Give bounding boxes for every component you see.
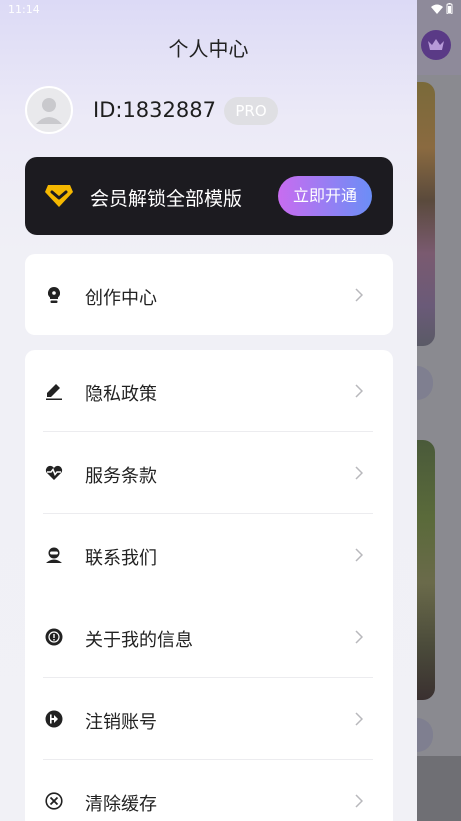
chevron-right-icon bbox=[355, 466, 363, 480]
pen-icon bbox=[45, 382, 63, 400]
background-bottom-bar bbox=[417, 756, 461, 821]
chevron-right-icon bbox=[355, 548, 363, 562]
vip-banner-text: 会员解锁全部模版 bbox=[90, 188, 243, 210]
menu-item-label: 服务条款 bbox=[85, 466, 157, 487]
activate-vip-button[interactable]: 立即开通 bbox=[278, 176, 372, 216]
background-template-card bbox=[417, 440, 435, 700]
menu-item-label: 隐私政策 bbox=[85, 384, 157, 405]
menu-group-settings: 隐私政策 服务条款 联系我们 关于我的信息 注销账号 清除缓存 bbox=[25, 350, 393, 821]
menu-item-delete-account[interactable]: 注销账号 bbox=[25, 678, 393, 760]
user-id: ID:1832887 bbox=[93, 98, 216, 122]
menu-item-label: 清除缓存 bbox=[85, 794, 157, 815]
profile-drawer: 个人中心 ID:1832887 PRO 会员解锁全部模版 立即开通 创作中心 隐… bbox=[0, 0, 417, 821]
status-bar: 11:14 bbox=[0, 0, 461, 20]
support-agent-icon bbox=[45, 546, 63, 564]
info-icon bbox=[45, 628, 63, 646]
pro-badge: PRO bbox=[224, 97, 278, 125]
menu-item-label: 关于我的信息 bbox=[85, 630, 193, 651]
avatar[interactable] bbox=[25, 86, 73, 134]
page-title: 个人中心 bbox=[168, 37, 249, 61]
crown-icon bbox=[421, 30, 451, 60]
chevron-right-icon bbox=[355, 630, 363, 644]
vip-diamond-icon bbox=[45, 185, 73, 207]
default-avatar-icon bbox=[36, 98, 62, 124]
menu-item-label: 注销账号 bbox=[85, 712, 157, 733]
menu-item-about-my-info[interactable]: 关于我的信息 bbox=[25, 596, 393, 678]
menu-item-label: 创作中心 bbox=[85, 288, 157, 309]
chevron-right-icon bbox=[355, 712, 363, 726]
background-button bbox=[417, 718, 433, 752]
heart-pulse-icon bbox=[45, 464, 63, 482]
menu-item-creation-center[interactable]: 创作中心 bbox=[25, 254, 393, 336]
menu-item-clear-cache[interactable]: 清除缓存 bbox=[25, 760, 393, 821]
chevron-right-icon bbox=[355, 794, 363, 808]
menu-item-terms-of-service[interactable]: 服务条款 bbox=[25, 432, 393, 514]
menu-item-privacy-policy[interactable]: 隐私政策 bbox=[25, 350, 393, 432]
status-time: 11:14 bbox=[8, 3, 40, 16]
wifi-icon bbox=[431, 4, 443, 14]
logout-icon bbox=[45, 710, 63, 728]
menu-group-creation: 创作中心 bbox=[25, 254, 393, 335]
clear-cache-icon bbox=[45, 792, 63, 810]
menu-item-contact-us[interactable]: 联系我们 bbox=[25, 514, 393, 596]
background-template-card bbox=[417, 82, 435, 346]
lightbulb-icon bbox=[45, 286, 63, 304]
chevron-right-icon bbox=[355, 288, 363, 302]
chevron-right-icon bbox=[355, 384, 363, 398]
vip-banner[interactable]: 会员解锁全部模版 立即开通 bbox=[25, 157, 393, 235]
battery-icon bbox=[446, 3, 453, 14]
menu-item-label: 联系我们 bbox=[85, 548, 157, 569]
background-button bbox=[417, 366, 433, 400]
